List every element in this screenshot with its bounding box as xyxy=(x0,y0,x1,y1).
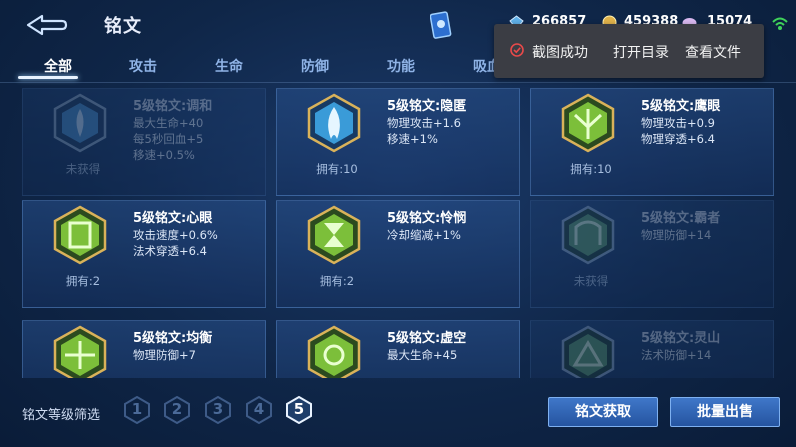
inscription-emblem-icon xyxy=(561,325,615,378)
tab-divider xyxy=(0,82,796,83)
owned-count: 拥有:2 xyxy=(65,274,101,288)
inscription-emblem-icon xyxy=(561,205,615,265)
inscription-attr: 物理穿透+6.4 xyxy=(641,132,715,146)
inscription-attr: 物理防御+14 xyxy=(641,228,712,242)
view-file-link[interactable]: 查看文件 xyxy=(685,42,741,62)
inscription-emblem-icon xyxy=(307,325,361,378)
inscription-card-icon[interactable] xyxy=(430,10,452,40)
inscription-emblem-icon xyxy=(307,93,361,153)
check-circle-icon xyxy=(510,43,524,57)
level-filter-1[interactable]: 1 xyxy=(123,395,151,425)
inscription-name: 5级铭文:隐匿 xyxy=(387,99,467,114)
inscription-attr: 最大生命+45 xyxy=(387,348,458,362)
inscription-name: 5级铭文:怜悯 xyxy=(387,211,467,226)
toast-message: 截图成功 xyxy=(532,45,588,61)
level-number: 5 xyxy=(293,400,305,418)
inscription-attr: 攻击速度+0.6% xyxy=(133,228,218,242)
category-tabs: 全部 攻击 生命 防御 功能 吸血 xyxy=(0,52,520,82)
inscription-attr: 冷却缩减+1% xyxy=(387,228,461,242)
inscription-attr: 最大生命+40 xyxy=(133,116,204,130)
inscription-attr: 物理防御+7 xyxy=(133,348,196,362)
inscription-emblem-icon xyxy=(53,93,107,153)
active-tab-indicator xyxy=(18,76,78,79)
inscription-name: 5级铭文:心眼 xyxy=(133,211,213,226)
inscription-attr: 物理攻击+0.9 xyxy=(641,116,715,130)
level-filter-label: 铭文等级筛选 xyxy=(22,408,101,423)
inscription-attr: 每5秒回血+5 xyxy=(133,132,204,146)
tab-health[interactable]: 生命 xyxy=(215,56,243,76)
level-number: 2 xyxy=(171,400,183,418)
inscription-name: 5级铭文:鹰眼 xyxy=(641,99,721,114)
level-filter-2[interactable]: 2 xyxy=(163,395,191,425)
level-number: 1 xyxy=(131,400,143,418)
inscription-emblem-icon xyxy=(307,205,361,265)
inscription-attr: 物理攻击+1.6 xyxy=(387,116,461,130)
bottom-bar: 铭文等级筛选 1 2 3 4 5 铭文获取 批量出售 xyxy=(0,386,796,447)
owned-count: 拥有:10 xyxy=(570,162,612,176)
tab-defense[interactable]: 防御 xyxy=(301,56,329,76)
back-arrow-icon[interactable] xyxy=(22,12,68,38)
level-number: 4 xyxy=(253,400,265,418)
inscription-name: 5级铭文:霸者 xyxy=(641,211,721,226)
owned-count: 未获得 xyxy=(65,162,101,176)
inscription-card[interactable]: 5级铭文:均衡 物理防御+7 xyxy=(22,320,266,378)
inscription-card[interactable]: 5级铭文:怜悯 冷却缩减+1% 拥有:2 xyxy=(276,200,520,308)
inscription-card[interactable]: 5级铭文:隐匿 物理攻击+1.6 移速+1% 拥有:10 xyxy=(276,88,520,196)
inscription-emblem-icon xyxy=(53,205,107,265)
inscription-attr: 法术防御+14 xyxy=(641,348,712,362)
tab-attack[interactable]: 攻击 xyxy=(129,56,157,76)
inscription-emblem-icon xyxy=(561,93,615,153)
inscription-card[interactable]: 5级铭文:调和 最大生命+40 每5秒回血+5 移速+0.5% 未获得 xyxy=(22,88,266,196)
owned-count: 拥有:10 xyxy=(316,162,358,176)
level-filter-5[interactable]: 5 xyxy=(285,395,313,425)
inscription-attr: 移速+1% xyxy=(387,132,438,146)
level-filter-4[interactable]: 4 xyxy=(245,395,273,425)
inscription-name: 5级铭文:虚空 xyxy=(387,331,467,346)
inscription-name: 5级铭文:调和 xyxy=(133,99,213,114)
inscription-card[interactable]: 5级铭文:虚空 最大生命+45 xyxy=(276,320,520,378)
wifi-icon xyxy=(772,17,788,30)
owned-count: 拥有:2 xyxy=(319,274,355,288)
tab-function[interactable]: 功能 xyxy=(387,56,415,76)
inscription-name: 5级铭文:灵山 xyxy=(641,331,721,346)
inscription-name: 5级铭文:均衡 xyxy=(133,331,213,346)
inscription-card[interactable]: 5级铭文:鹰眼 物理攻击+0.9 物理穿透+6.4 拥有:10 xyxy=(530,88,774,196)
obtain-inscription-button[interactable]: 铭文获取 xyxy=(548,397,658,427)
level-filter-3[interactable]: 3 xyxy=(204,395,232,425)
level-number: 3 xyxy=(212,400,224,418)
open-directory-link[interactable]: 打开目录 xyxy=(613,42,669,62)
inscription-card[interactable]: 5级铭文:心眼 攻击速度+0.6% 法术穿透+6.4 拥有:2 xyxy=(22,200,266,308)
inscription-card[interactable]: 5级铭文:霸者 物理防御+14 未获得 xyxy=(530,200,774,308)
bulk-sell-button[interactable]: 批量出售 xyxy=(670,397,780,427)
owned-count: 未获得 xyxy=(573,274,609,288)
inscription-emblem-icon xyxy=(53,325,107,378)
inscription-grid[interactable]: 5级铭文:调和 最大生命+40 每5秒回血+5 移速+0.5% 未获得 5级铭文… xyxy=(22,88,774,378)
screenshot-toast: 截图成功 打开目录 查看文件 xyxy=(494,24,764,78)
inscription-attr: 法术穿透+6.4 xyxy=(133,244,207,258)
tab-all[interactable]: 全部 xyxy=(44,56,72,76)
page-title: 铭文 xyxy=(104,16,142,37)
inscription-card[interactable]: 5级铭文:灵山 法术防御+14 xyxy=(530,320,774,378)
